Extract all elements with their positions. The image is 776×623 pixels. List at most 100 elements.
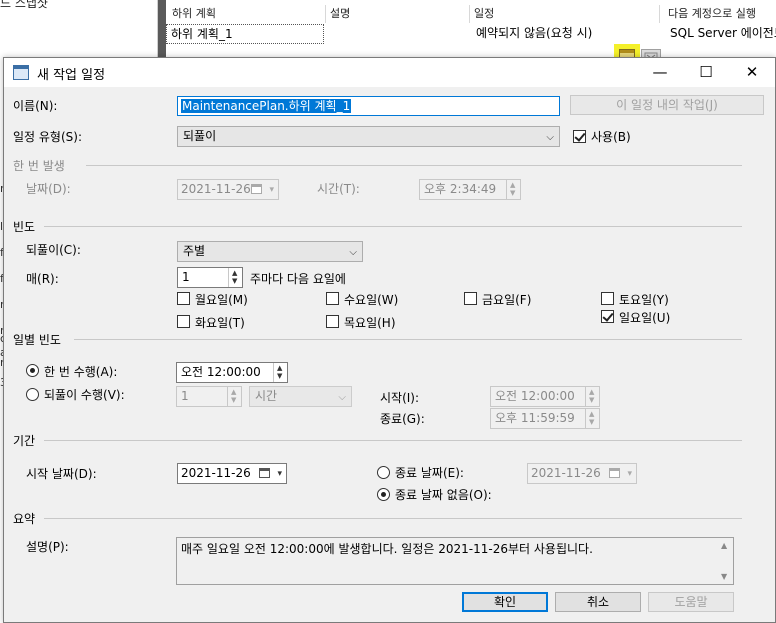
- grid-header-description[interactable]: 설명: [326, 5, 470, 23]
- spin-buttons[interactable]: ▲ ▼: [585, 387, 599, 406]
- calendar-icon: [259, 468, 270, 478]
- tuesday-checkbox[interactable]: [177, 315, 190, 328]
- recurs-every-value: 1: [182, 270, 190, 284]
- recurs-every-label: 매(R):: [26, 272, 59, 286]
- no-end-date-radio[interactable]: [377, 488, 390, 501]
- enabled-label: 사용(B): [591, 130, 631, 144]
- help-button[interactable]: 도움말: [648, 592, 734, 612]
- monday-label: 월요일(M): [195, 293, 248, 307]
- thursday-checkbox[interactable]: [326, 315, 339, 328]
- summary-section-title: 요약: [13, 512, 36, 526]
- chevron-down-icon: ▾: [627, 469, 632, 479]
- monday-checkbox[interactable]: [177, 292, 190, 305]
- calendar-icon: [13, 65, 29, 80]
- occurs-once-time-spinner[interactable]: 오전 12:00:00 ▲ ▼: [176, 362, 288, 383]
- end-date-label: 종료 날짜(E):: [395, 466, 464, 480]
- saturday-checkbox[interactable]: [601, 292, 614, 305]
- run-as-cell[interactable]: SQL Server 에이전트: [666, 24, 776, 44]
- description-label: 설명(P):: [26, 540, 69, 554]
- description-textbox[interactable]: 매주 일요일 오전 12:00:00에 발생합니다. 일정은 2021-11-2…: [176, 537, 734, 585]
- spin-buttons[interactable]: ▲ ▼: [273, 363, 287, 382]
- end-date-value: 2021-11-26: [531, 466, 601, 480]
- occurs-every-radio[interactable]: [26, 388, 39, 401]
- chevron-down-icon: ⌵: [338, 392, 346, 403]
- schedule-type-dropdown[interactable]: 되풀이 ⌵: [177, 126, 560, 147]
- one-time-time-spinner[interactable]: 오후 2:34:49 ▲ ▼: [419, 179, 521, 200]
- starting-at-spinner[interactable]: 오전 12:00:00 ▲ ▼: [490, 386, 600, 407]
- chevron-down-icon: ▾: [277, 469, 282, 479]
- end-date-radio[interactable]: [377, 466, 390, 479]
- separator: [86, 165, 742, 166]
- spin-buttons[interactable]: ▲ ▼: [227, 387, 241, 406]
- occurs-once-label: 한 번 수행(A):: [44, 365, 118, 379]
- occurs-every-label: 되풀이 수행(V):: [44, 388, 125, 402]
- sunday-checkbox[interactable]: [601, 310, 614, 323]
- duration-section-title: 기간: [13, 434, 36, 448]
- cancel-button[interactable]: 취소: [555, 592, 641, 612]
- schedule-type-label: 일정 유형(S):: [13, 130, 82, 144]
- pane-splitter[interactable]: [158, 0, 166, 60]
- occurs-every-spinner[interactable]: 1 ▲ ▼: [176, 386, 242, 407]
- frequency-section-title: 빈도: [13, 220, 36, 234]
- enabled-checkbox[interactable]: [573, 130, 586, 143]
- tuesday-label: 화요일(T): [195, 316, 245, 330]
- spin-buttons[interactable]: ▲ ▼: [228, 268, 242, 287]
- subplan-name-cell[interactable]: 하위 계획_1: [166, 24, 324, 44]
- jobs-in-schedule-button[interactable]: 이 일정 내의 작업(J): [570, 95, 764, 115]
- one-time-date-value: 2021-11-26: [181, 182, 251, 196]
- name-label: 이름(N):: [13, 99, 58, 113]
- one-time-date-label: 날짜(D):: [26, 182, 71, 196]
- end-date-picker[interactable]: 2021-11-26 ▾: [527, 463, 637, 484]
- spin-buttons[interactable]: ▲ ▼: [585, 409, 599, 428]
- occurs-every-value: 1: [181, 389, 189, 403]
- name-field[interactable]: MaintenancePlan.하위 계획_1: [177, 96, 560, 116]
- schedule-cell: 예약되지 않음(요청 시): [476, 26, 593, 40]
- recurs-every-suffix: 주마다 다음 요일에: [250, 272, 346, 286]
- close-button[interactable]: ✕: [729, 58, 775, 87]
- grid-header-run-as[interactable]: 다음 계정으로 실행: [664, 5, 776, 23]
- no-end-date-label: 종료 날짜 없음(O):: [395, 488, 492, 502]
- saturday-label: 토요일(Y): [619, 293, 669, 307]
- minimize-button[interactable]: —: [637, 58, 683, 87]
- one-time-time-label: 시간(T):: [317, 182, 360, 196]
- subplan-grid: 하위 계획 설명 일정 다음 계정으로 실행 하위 계획_1 예약되지 않음(요…: [166, 0, 776, 70]
- friday-checkbox[interactable]: [464, 292, 477, 305]
- name-value: MaintenancePlan.하위 계획_1: [181, 99, 352, 113]
- occurs-every-unit-value: 시간: [255, 389, 278, 403]
- chevron-down-icon: ▾: [269, 185, 274, 195]
- maximize-button[interactable]: ☐: [683, 58, 729, 87]
- grid-header-schedule[interactable]: 일정: [470, 5, 660, 23]
- chevron-down-icon: ⌵: [546, 132, 554, 143]
- table-row[interactable]: 하위 계획_1 예약되지 않음(요청 시) SQL Server 에이전트: [166, 24, 776, 70]
- one-time-date-picker[interactable]: 2021-11-26 ▾: [177, 179, 279, 200]
- schedule-type-value: 되풀이: [183, 129, 217, 143]
- left-pane-text: 드 스냅샷: [0, 0, 48, 10]
- title-bar[interactable]: 새 작업 일정 — ☐ ✕: [4, 58, 775, 87]
- recurs-every-spinner[interactable]: 1 ▲ ▼: [177, 267, 243, 288]
- scrollbar[interactable]: ▲ ▼: [717, 538, 733, 584]
- friday-label: 금요일(F): [482, 293, 532, 307]
- ending-at-label: 종료(G):: [380, 412, 425, 426]
- dialog-title: 새 작업 일정: [37, 68, 106, 83]
- wednesday-label: 수요일(W): [344, 293, 399, 307]
- separator: [44, 518, 742, 519]
- one-time-time-value: 오후 2:34:49: [424, 182, 497, 196]
- occurs-once-radio[interactable]: [26, 364, 39, 377]
- ok-button[interactable]: 확인: [462, 592, 548, 612]
- description-cell[interactable]: [326, 24, 470, 44]
- start-date-picker[interactable]: 2021-11-26 ▾: [177, 463, 287, 484]
- ending-at-spinner[interactable]: 오후 11:59:59 ▲ ▼: [490, 408, 600, 429]
- starting-at-value: 오전 12:00:00: [495, 389, 575, 403]
- occurs-every-unit-dropdown[interactable]: 시간 ⌵: [249, 386, 352, 407]
- occurs-once-time-value: 오전 12:00:00: [181, 365, 261, 379]
- spin-buttons[interactable]: ▲ ▼: [506, 180, 520, 199]
- start-date-label: 시작 날짜(D):: [26, 467, 97, 481]
- occurs-dropdown[interactable]: 주별 ⌵: [177, 241, 363, 262]
- description-text: 매주 일요일 오전 12:00:00에 발생합니다. 일정은 2021-11-2…: [181, 542, 593, 556]
- ending-at-value: 오후 11:59:59: [495, 411, 575, 425]
- wednesday-checkbox[interactable]: [326, 292, 339, 305]
- sunday-label: 일요일(U): [619, 311, 671, 325]
- new-job-schedule-dialog: 새 작업 일정 — ☐ ✕ 이름(N): MaintenancePlan.하위 …: [3, 57, 776, 623]
- grid-header-subplan[interactable]: 하위 계획: [168, 5, 326, 23]
- daily-frequency-section-title: 일별 빈도: [13, 333, 61, 347]
